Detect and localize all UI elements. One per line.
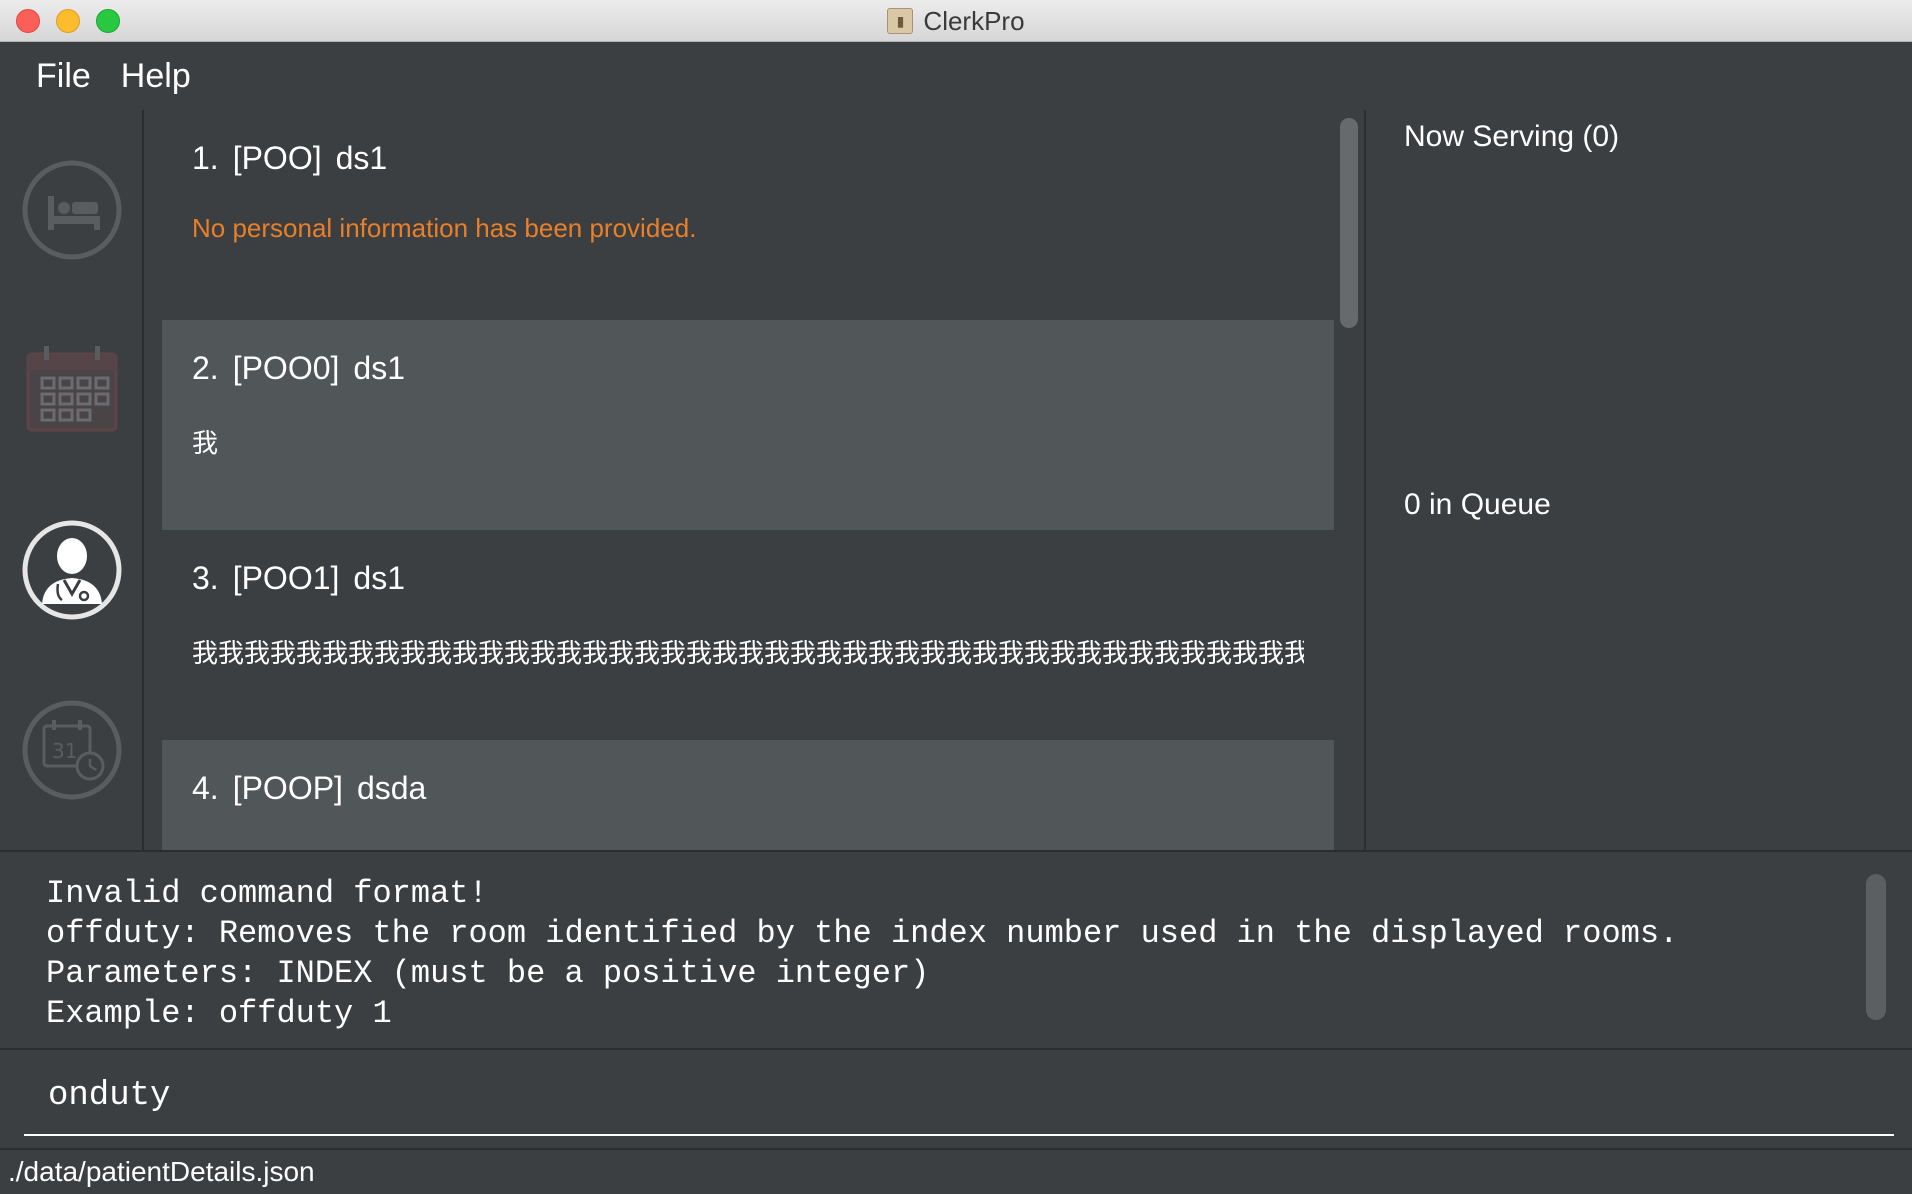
doctor-icon [22, 520, 122, 620]
patient-ref: [POO1] [232, 560, 340, 596]
now-serving-label: Now Serving (0) [1404, 120, 1620, 153]
contact-book-icon: ▮ [887, 8, 914, 34]
patient-detail: No personal information has been provide… [192, 213, 697, 243]
patient-list-scrollbar[interactable] [1334, 110, 1364, 850]
nav-doctors-button[interactable] [20, 518, 124, 622]
queue-panel: Now Serving (0) 0 in Queue [1366, 110, 1912, 850]
appointment-clock-icon: 31 [22, 700, 122, 800]
patient-name: ds1 [353, 350, 405, 386]
nav-calendar-button[interactable] [20, 338, 124, 442]
patient-ref: [POO] [232, 140, 322, 176]
patient-detail: 我 [192, 428, 219, 458]
nav-appointments-button[interactable]: 31 [20, 698, 124, 802]
patient-detail: 我我我我我我我我我我我我我我我我我我我我我我我我我我我我我我我我我我我我我我我我… [192, 638, 1304, 668]
menu-file[interactable]: File [36, 57, 91, 96]
patient-name: dsda [356, 770, 427, 806]
patient-title: 3. [POO1] ds1 [192, 560, 1304, 597]
patient-name: ds1 [335, 140, 388, 176]
patient-name: ds1 [353, 560, 405, 596]
sidebar: 31 [0, 110, 144, 850]
patient-title: 2. [POO0] ds1 [192, 350, 1304, 387]
command-box [0, 1050, 1912, 1148]
window-title: ClerkPro [923, 5, 1025, 36]
list-item[interactable]: 4. [POOP] dsda [162, 740, 1334, 850]
patient-index: 4. [192, 770, 219, 806]
status-bar: ./data/patientDetails.json [0, 1148, 1912, 1194]
window-title-group: ▮ ClerkPro [0, 0, 1912, 42]
patient-title: 1. [POO] ds1 [192, 140, 1304, 177]
room-bed-icon [22, 160, 122, 260]
patient-index: 3. [192, 560, 219, 596]
list-item[interactable]: 3. [POO1] ds1 我我我我我我我我我我我我我我我我我我我我我我我我我我我我… [162, 530, 1334, 740]
nav-rooms-button[interactable] [20, 158, 124, 262]
patient-ref: [POOP] [232, 770, 343, 806]
list-item[interactable]: 2. [POO0] ds1 我 [162, 320, 1334, 530]
calendar-grid-icon [26, 346, 118, 432]
result-scrollbar[interactable] [1866, 874, 1886, 1020]
patient-ref: [POO0] [232, 350, 340, 386]
result-message: Invalid command format! offduty: Removes… [46, 875, 1679, 1032]
result-display[interactable]: Invalid command format! offduty: Removes… [0, 850, 1912, 1050]
queue-count-label: 0 in Queue [1404, 488, 1551, 521]
patient-index: 1. [192, 140, 219, 176]
title-bar: ▮ ClerkPro [0, 0, 1912, 42]
scrollbar-thumb[interactable] [1340, 118, 1358, 328]
svg-text:31: 31 [52, 739, 77, 763]
patient-title: 4. [POOP] dsda [192, 770, 1304, 807]
patient-list[interactable]: 1. [POO] ds1 No personal information has b… [162, 110, 1334, 850]
save-location-path: ./data/patientDetails.json [8, 1156, 315, 1187]
patient-index: 2. [192, 350, 219, 386]
list-item[interactable]: 1. [POO] ds1 No personal information has b… [162, 110, 1334, 320]
menu-bar: File Help [0, 42, 1912, 110]
menu-help[interactable]: Help [121, 57, 191, 96]
command-input[interactable] [24, 1058, 1894, 1136]
